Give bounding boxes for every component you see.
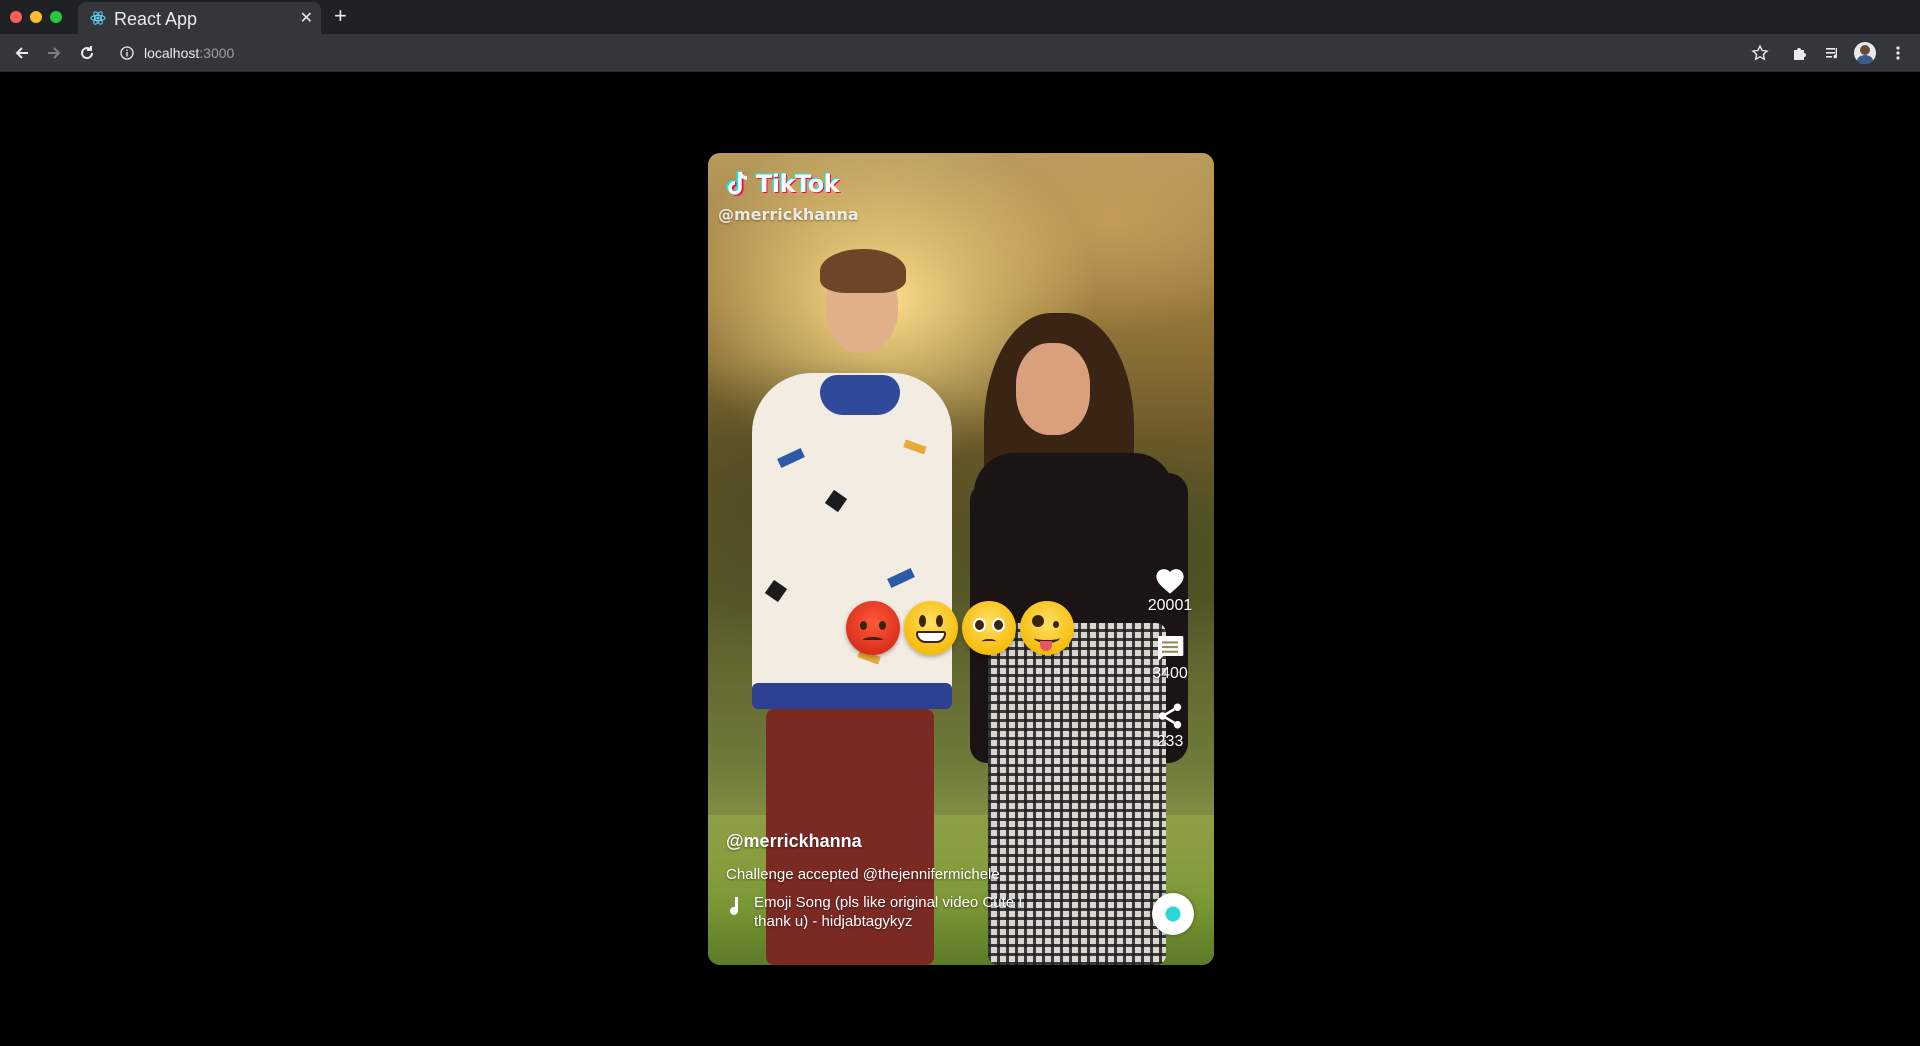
avatar [1854,42,1876,64]
person-boy-hood [820,375,900,415]
comment-count: 3400 [1152,665,1188,682]
extensions-button[interactable] [1788,41,1812,65]
profile-avatar-button[interactable] [1853,41,1877,65]
tiktok-note-icon [726,171,748,196]
playlist-icon [1826,48,1838,59]
share-button[interactable]: 233 [1140,701,1200,769]
tiktok-video-card[interactable]: TikTok @merrickhanna 20001 3400 233 @mer… [708,153,1214,965]
person-girl-face [1016,343,1090,435]
emoji-overlay [846,601,1074,655]
angry-face-icon [846,601,900,655]
like-button[interactable]: 20001 [1140,565,1200,633]
tab-title: React App [114,9,198,29]
music-note-icon [730,897,738,915]
reload-icon [81,46,94,60]
kebab-menu-icon [1896,46,1900,60]
close-window-button[interactable] [10,11,22,23]
channel-name-link[interactable]: @merrickhanna [726,831,1066,852]
arrow-right-icon [48,47,61,59]
tiktok-wordmark: TikTok [756,170,840,198]
media-controls-button[interactable] [1821,41,1845,65]
video-footer: @merrickhanna Challenge accepted @thejen… [726,831,1066,931]
info-icon[interactable] [120,46,134,60]
person-boy-hoodie-band [752,683,952,709]
bookmark-star-button[interactable] [1748,41,1772,65]
song-ticker: Emoji Song (pls like original video Cute… [726,893,1066,931]
back-button[interactable] [10,41,34,65]
url-text: localhost:3000 [144,45,235,61]
react-icon [90,11,106,25]
spinning-record-icon[interactable] [1152,893,1194,935]
person-boy-hair [820,249,906,293]
browser-toolbar: localhost:3000 [0,34,1920,72]
browser-tab[interactable]: React App ✕ [78,2,321,34]
tab-close-icon[interactable]: ✕ [300,8,313,28]
tiktok-logo: TikTok [724,167,840,201]
browser-menu-button[interactable] [1886,41,1910,65]
video-description: Challenge accepted @thejennifermichele [726,866,1000,883]
reload-button[interactable] [75,41,99,65]
zany-face-icon [1020,601,1074,655]
share-count: 233 [1156,733,1184,750]
video-side-actions: 20001 3400 233 [1140,565,1200,769]
arrow-left-icon [15,47,28,59]
forward-button[interactable] [42,41,66,65]
pleading-face-icon [962,601,1016,655]
share-icon [1158,703,1182,729]
watermark-handle: @merrickhanna [718,205,859,224]
maximize-window-button[interactable] [50,11,62,23]
star-icon [1751,44,1769,61]
grinning-face-icon [904,601,958,655]
address-bar[interactable]: localhost:3000 [112,38,1742,68]
song-title: Emoji Song (pls like original video Cute… [754,894,1023,930]
minimize-window-button[interactable] [30,11,42,23]
heart-icon [1156,569,1184,594]
puzzle-icon [1794,48,1806,60]
new-tab-button[interactable]: + [334,3,347,29]
comment-icon [1158,636,1184,662]
browser-title-bar: React App ✕ + [0,0,1920,34]
like-count: 20001 [1147,597,1193,614]
comment-button[interactable]: 3400 [1140,633,1200,701]
